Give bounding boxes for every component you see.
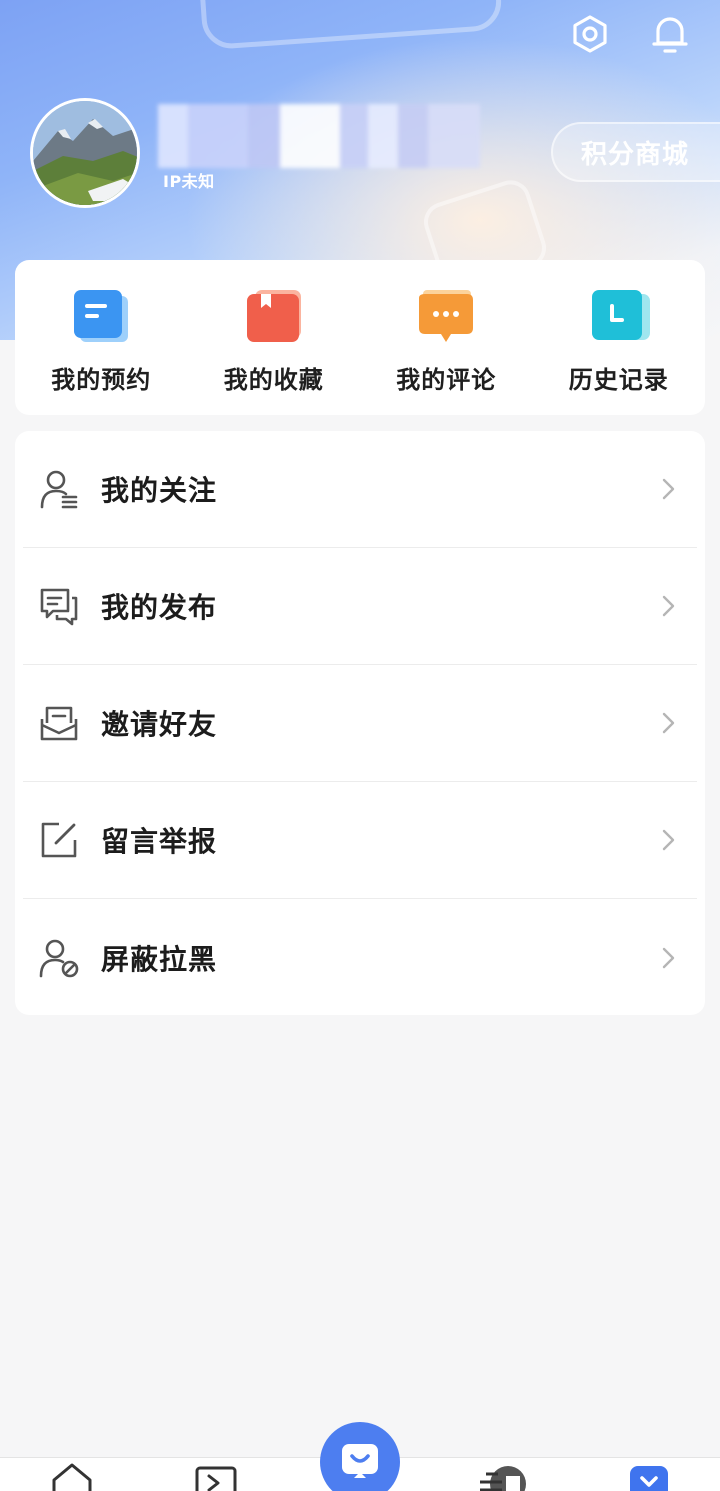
comment-icon	[419, 290, 474, 342]
nickname-blurred	[158, 104, 480, 168]
quick-action-history[interactable]: 历史记录	[533, 260, 706, 415]
chevron-right-icon	[662, 712, 675, 734]
clock-history-icon	[591, 290, 650, 342]
menu-item-label: 邀请好友	[101, 708, 218, 741]
bell-icon[interactable]	[650, 12, 690, 56]
points-mall-button[interactable]: 积分商城	[551, 122, 720, 182]
menu-item-label: 我的发布	[101, 591, 218, 624]
menu-item-label: 我的关注	[101, 474, 218, 507]
menu-item-label: 留言举报	[101, 825, 218, 858]
menu-item-invite[interactable]: 邀请好友	[23, 665, 697, 782]
chevron-right-icon	[662, 478, 675, 500]
menu-item-report[interactable]: 留言举报	[23, 782, 697, 899]
chat-bubbles-icon	[37, 584, 81, 628]
menu-item-posts[interactable]: 我的发布	[23, 548, 697, 665]
bookmark-icon	[246, 290, 301, 342]
news-icon[interactable]	[478, 1462, 530, 1491]
quick-action-label: 我的预约	[51, 366, 152, 394]
header-actions	[570, 12, 690, 56]
quick-actions-card: 我的预约 我的收藏 我的评论 历史记录	[15, 260, 705, 415]
settings-hexagon-icon[interactable]	[570, 12, 610, 56]
quick-action-label: 我的收藏	[223, 366, 324, 394]
home-icon[interactable]	[50, 1462, 94, 1491]
quick-action-label: 我的评论	[396, 366, 497, 394]
menu-item-following[interactable]: 我的关注	[23, 431, 697, 548]
menu-list: 我的关注 我的发布 邀请好友 留言举报 屏蔽拉黑	[15, 431, 705, 1015]
message-icon[interactable]	[320, 1422, 400, 1491]
quick-action-appointment[interactable]: 我的预约	[15, 260, 188, 415]
decorative-arc	[196, 0, 504, 51]
chevron-right-icon	[662, 595, 675, 617]
user-list-icon	[37, 467, 81, 511]
quick-action-comments[interactable]: 我的评论	[360, 260, 533, 415]
quick-action-label: 历史记录	[568, 366, 669, 394]
quick-action-favorites[interactable]: 我的收藏	[188, 260, 361, 415]
user-block-icon	[37, 936, 81, 980]
play-icon[interactable]	[194, 1462, 238, 1491]
me-icon[interactable]	[628, 1462, 672, 1491]
avatar[interactable]	[30, 98, 140, 208]
menu-item-block[interactable]: 屏蔽拉黑	[23, 899, 697, 1016]
menu-item-label: 屏蔽拉黑	[101, 942, 218, 976]
appointment-icon	[74, 290, 129, 342]
edit-icon	[37, 818, 81, 862]
chevron-right-icon	[662, 829, 675, 851]
ip-location-label: IP未知	[163, 172, 215, 191]
envelope-icon	[37, 701, 81, 745]
chevron-right-icon	[662, 947, 675, 968]
